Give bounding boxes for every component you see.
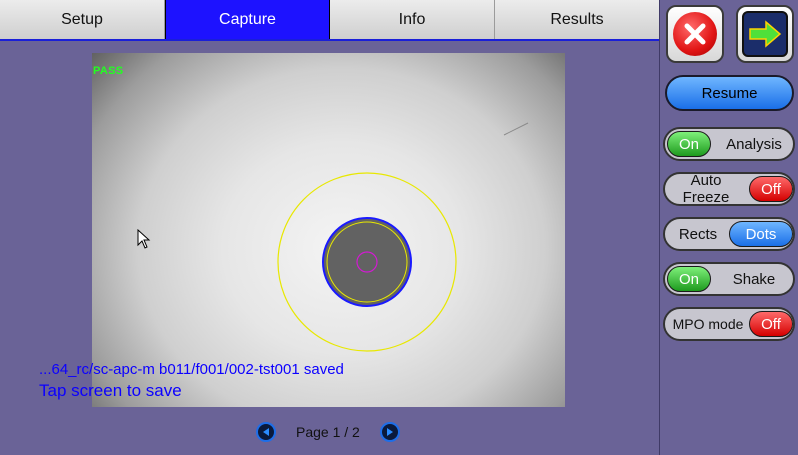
scratch-mark <box>503 122 529 136</box>
tab-bar: Setup Capture Info Results <box>0 0 659 41</box>
analysis-label: Analysis <box>726 135 782 153</box>
rects-dots-toggle[interactable]: Rects Dots <box>663 217 795 251</box>
rects-option: Rects <box>678 225 718 243</box>
previous-page-button[interactable] <box>256 422 276 442</box>
tap-to-save-message: Tap screen to save <box>39 381 182 400</box>
dots-option-selected: Dots <box>729 221 793 247</box>
fiber-overlay <box>277 122 529 352</box>
next-button[interactable] <box>736 5 794 63</box>
arrow-right-icon <box>386 428 393 436</box>
analysis-toggle[interactable]: On Analysis <box>663 127 795 161</box>
arrow-left-icon <box>263 428 269 436</box>
tab-capture[interactable]: Capture <box>165 0 330 39</box>
tab-setup[interactable]: Setup <box>0 0 165 39</box>
analysis-on-indicator: On <box>667 131 711 157</box>
resume-button[interactable]: Resume <box>665 75 794 111</box>
mpo-mode-label: MPO mode <box>672 315 744 332</box>
status-badge: PASS <box>93 65 124 77</box>
auto-freeze-off-indicator: Off <box>749 176 793 202</box>
pager: Page 1 / 2 <box>256 421 400 443</box>
tab-info[interactable]: Info <box>330 0 495 39</box>
tab-results[interactable]: Results <box>495 0 659 39</box>
auto-freeze-label: Auto Freeze <box>682 172 730 206</box>
auto-freeze-toggle[interactable]: Auto Freeze Off <box>663 172 795 206</box>
shake-toggle[interactable]: On Shake <box>663 262 795 296</box>
page-indicator: Page 1 / 2 <box>296 424 360 440</box>
mpo-mode-toggle[interactable]: MPO mode Off <box>663 307 795 341</box>
close-button[interactable] <box>666 5 724 63</box>
mpo-mode-off-indicator: Off <box>749 311 793 337</box>
mouse-pointer-icon <box>137 229 151 249</box>
fiber-image-view[interactable]: PASS <box>92 53 565 407</box>
shake-on-indicator: On <box>667 266 711 292</box>
shake-label: Shake <box>732 270 776 288</box>
close-icon <box>673 12 717 56</box>
saved-message: ...64_rc/sc-apc-m b011/f001/002-tst001 s… <box>39 361 344 378</box>
next-page-button[interactable] <box>379 422 400 442</box>
arrow-right-icon <box>749 20 782 48</box>
control-panel: Resume On Analysis Auto Freeze Off Rects… <box>659 0 798 455</box>
fiber-core-area <box>322 217 412 307</box>
